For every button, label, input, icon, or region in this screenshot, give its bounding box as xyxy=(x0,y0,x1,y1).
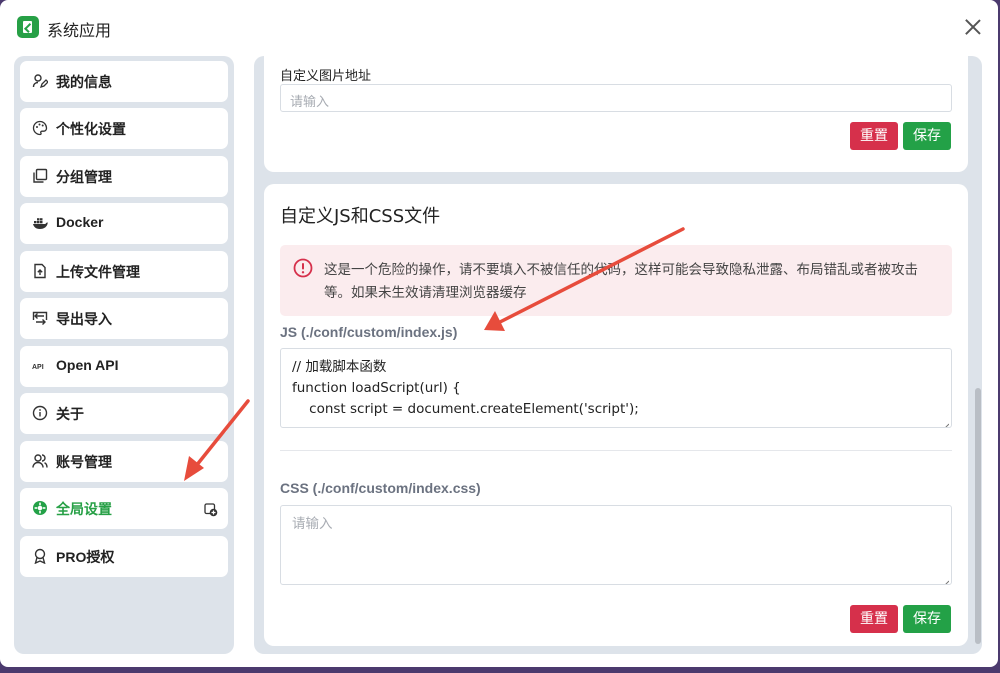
sidebar-item-upload-files[interactable]: 上传文件管理 xyxy=(20,251,228,292)
custom-image-label: 自定义图片地址 xyxy=(280,69,372,84)
danger-alert: 这是一个危险的操作，请不要填入不被信任的代码，这样可能会导致隐私泄露、布局错乱或… xyxy=(280,245,952,316)
resize-handle-icon[interactable] xyxy=(941,574,950,584)
app-window: 系统应用 我的信息 个性化设置 分组管理 Docker 上传文件管理 导出导入 … xyxy=(0,0,998,667)
sidebar-item-about[interactable]: 关于 xyxy=(20,393,228,434)
sidebar: 我的信息 个性化设置 分组管理 Docker 上传文件管理 导出导入 API O… xyxy=(14,56,234,654)
sidebar-item-label: 导出导入 xyxy=(56,311,112,327)
resize-handle-icon[interactable] xyxy=(941,417,950,427)
css-placeholder: 请输入 xyxy=(292,516,333,532)
sidebar-item-export-import[interactable]: 导出导入 xyxy=(20,298,228,339)
code-line: const script = document.createElement('s… xyxy=(292,401,639,417)
js-code-editor[interactable]: // 加载脚本函数 function loadScript(url) { con… xyxy=(280,348,952,428)
sidebar-item-label: Open API xyxy=(56,357,119,373)
sidebar-item-docker[interactable]: Docker xyxy=(20,203,228,244)
save-button[interactable]: 保存 xyxy=(903,605,951,633)
sidebar-item-label: 个性化设置 xyxy=(56,121,126,137)
alert-message: 这是一个危险的操作，请不要填入不被信任的代码，这样可能会导致隐私泄露、布局错乱或… xyxy=(324,262,918,301)
award-icon xyxy=(32,548,48,564)
copy-icon xyxy=(32,168,48,184)
sidebar-item-label: 关于 xyxy=(56,406,84,422)
window-title: 系统应用 xyxy=(47,21,112,40)
custom-image-card: 自定义图片地址 请输入 重置 保存 xyxy=(264,56,968,172)
docker-icon xyxy=(32,215,48,231)
divider xyxy=(280,450,952,451)
sidebar-item-account-management[interactable]: 账号管理 xyxy=(20,441,228,482)
sidebar-item-pro-license[interactable]: PRO授权 xyxy=(20,536,228,577)
sidebar-item-personalization[interactable]: 个性化设置 xyxy=(20,108,228,149)
section-title: 自定义JS和CSS文件 xyxy=(280,206,441,227)
scrollbar-thumb[interactable] xyxy=(975,388,981,644)
sidebar-item-label: 分组管理 xyxy=(56,169,112,185)
title-bar: 系统应用 xyxy=(0,0,998,56)
api-icon: API xyxy=(32,358,48,374)
open-in-new-window-icon[interactable] xyxy=(204,502,218,517)
sidebar-item-open-api[interactable]: API Open API xyxy=(20,346,228,387)
user-edit-icon xyxy=(32,73,48,89)
close-button[interactable] xyxy=(961,15,985,39)
save-button[interactable]: 保存 xyxy=(903,122,951,150)
custom-image-url-input[interactable]: 请输入 xyxy=(280,84,952,112)
settings-panel: 自定义图片地址 请输入 重置 保存 自定义JS和CSS文件 这是一个危险的操作，… xyxy=(254,56,982,654)
sidebar-item-label: Docker xyxy=(56,214,104,230)
sidebar-item-label: 账号管理 xyxy=(56,454,112,470)
sidebar-item-label: 全局设置 xyxy=(56,501,112,517)
sidebar-item-global-settings[interactable]: 全局设置 xyxy=(20,488,228,529)
custom-files-card: 自定义JS和CSS文件 这是一个危险的操作，请不要填入不被信任的代码，这样可能会… xyxy=(264,184,968,646)
users-icon xyxy=(32,453,48,469)
settings-icon xyxy=(32,500,48,516)
reset-button[interactable]: 重置 xyxy=(850,605,898,633)
reset-button[interactable]: 重置 xyxy=(850,122,898,150)
css-code-editor[interactable]: 请输入 xyxy=(280,505,952,585)
alert-circle-icon xyxy=(293,258,313,278)
sidebar-item-group-management[interactable]: 分组管理 xyxy=(20,156,228,197)
js-file-label: JS (./conf/custom/index.js) xyxy=(280,324,458,340)
sidebar-item-label: 上传文件管理 xyxy=(56,264,140,280)
svg-text:API: API xyxy=(32,364,44,371)
sidebar-item-label: 我的信息 xyxy=(56,74,112,90)
css-file-label: CSS (./conf/custom/index.css) xyxy=(280,480,481,496)
app-logo-icon xyxy=(17,16,39,38)
file-upload-icon xyxy=(32,263,48,279)
palette-icon xyxy=(32,120,48,136)
sidebar-item-my-info[interactable]: 我的信息 xyxy=(20,61,228,102)
sidebar-item-label: PRO授权 xyxy=(56,549,115,565)
code-line: function loadScript(url) { xyxy=(292,380,461,396)
code-line: // 加载脚本函数 xyxy=(292,359,387,375)
transfer-icon xyxy=(32,310,48,326)
info-icon xyxy=(32,405,48,421)
